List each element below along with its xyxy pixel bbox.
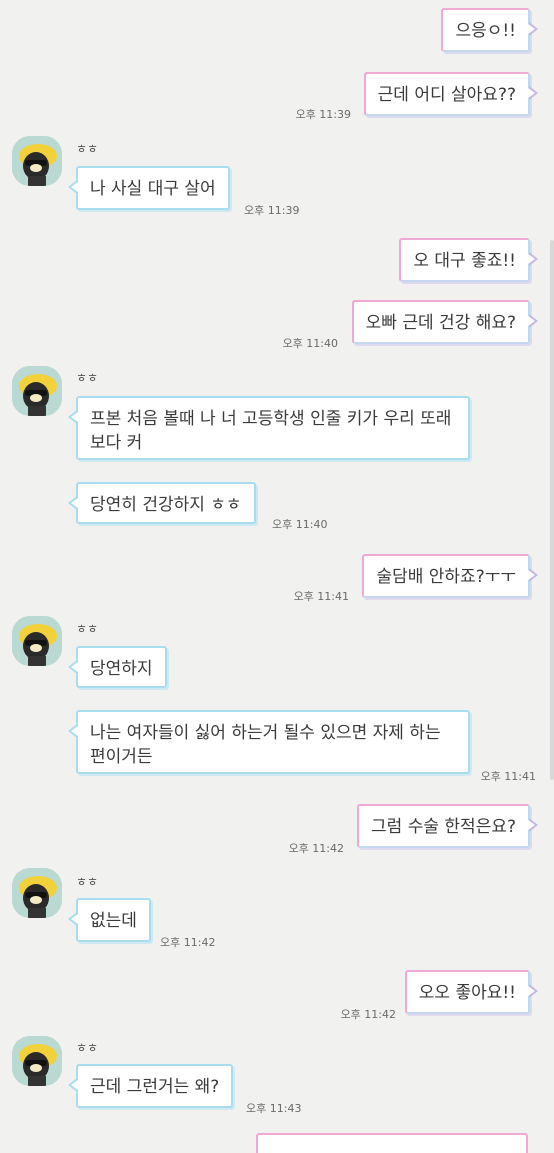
received-message-bubble[interactable]: 근데 그런거는 왜? xyxy=(67,1064,234,1108)
message-time: 오후 11:42 xyxy=(288,842,344,855)
avatar-icon xyxy=(12,616,62,666)
received-message-bubble[interactable]: 당연하지 xyxy=(68,646,167,688)
sender-name: ㅎㅎ xyxy=(76,1041,99,1055)
message-time: 오후 11:40 xyxy=(282,337,338,350)
message-text: 나는 여자들이 싫어 하는거 될수 있으면 자제 하는 편이거든 xyxy=(90,723,441,767)
message-text: 프본 처음 볼때 나 너 고등학생 인줄 키가 우리 또래 보다 커 xyxy=(90,409,452,453)
sent-message-bubble[interactable]: 그럼 수술 한적은요? xyxy=(357,804,538,848)
avatar-icon xyxy=(12,1036,62,1086)
received-message-bubble[interactable]: 나 사실 대구 살어 xyxy=(68,166,230,210)
message-time: 오후 11:42 xyxy=(160,936,216,949)
avatar-icon xyxy=(12,366,62,416)
message-text: 없는데 xyxy=(90,911,137,931)
sender-name: ㅎㅎ xyxy=(76,142,99,156)
message-text: 당연하지 xyxy=(90,659,153,679)
avatar-icon xyxy=(12,868,62,918)
received-message-bubble[interactable]: 당연히 건강하지 ㅎㅎ xyxy=(68,482,256,524)
message-text: 술담배 안하죠?ㅜㅜ xyxy=(376,567,516,587)
sender-name: ㅎㅎ xyxy=(76,875,99,889)
message-text: 그럼 수술 한적은요? xyxy=(371,817,516,837)
friend-avatar[interactable] xyxy=(12,616,62,666)
message-text: 오빠 근데 건강 해요? xyxy=(365,313,516,333)
chat-area[interactable]: 으응ㅇ!! 근데 어디 살아요?? 오후 11:39 ㅎㅎ 나 사실 대구 살어… xyxy=(0,0,554,1153)
message-time: 오후 11:40 xyxy=(272,518,328,531)
sent-message-bubble[interactable]: 으응ㅇ!! xyxy=(441,8,538,52)
sender-name: ㅎㅎ xyxy=(76,622,99,636)
sent-message-bubble[interactable]: 오 대구 좋죠!! xyxy=(399,238,538,282)
sender-name: ㅎㅎ xyxy=(76,371,99,385)
message-time: 오후 11:41 xyxy=(480,770,536,783)
message-time: 오후 11:39 xyxy=(244,204,300,217)
message-text: 오 대구 좋죠!! xyxy=(413,251,516,271)
message-text: 나 사실 대구 살어 xyxy=(90,179,216,199)
received-message-bubble[interactable]: 나는 여자들이 싫어 하는거 될수 있으면 자제 하는 편이거든 xyxy=(68,710,470,774)
message-text: 으응ㅇ!! xyxy=(455,21,516,41)
friend-avatar[interactable] xyxy=(12,1036,62,1086)
message-time: 오후 11:43 xyxy=(246,1102,302,1115)
message-time: 오후 11:42 xyxy=(340,1008,396,1021)
friend-avatar[interactable] xyxy=(12,366,62,416)
sent-message-bubble[interactable]: 오오 좋아요!! xyxy=(404,970,539,1014)
sent-message-bubble-partial[interactable] xyxy=(256,1133,528,1153)
message-text: 근데 어디 살아요?? xyxy=(377,85,516,105)
friend-avatar[interactable] xyxy=(12,868,62,918)
message-text: 오오 좋아요!! xyxy=(418,983,516,1003)
scrollbar[interactable] xyxy=(550,240,554,780)
message-time: 오후 11:41 xyxy=(293,590,349,603)
sent-message-bubble[interactable]: 근데 어디 살아요?? xyxy=(363,72,539,116)
friend-avatar[interactable] xyxy=(12,136,62,186)
received-message-bubble[interactable]: 프본 처음 볼때 나 너 고등학생 인줄 키가 우리 또래 보다 커 xyxy=(68,396,470,460)
message-time: 오후 11:39 xyxy=(295,108,351,121)
avatar-icon xyxy=(12,136,62,186)
received-message-bubble[interactable]: 없는데 xyxy=(68,898,151,942)
sent-message-bubble[interactable]: 오빠 근데 건강 해요? xyxy=(351,300,539,344)
sent-message-bubble[interactable]: 술담배 안하죠?ㅜㅜ xyxy=(362,554,538,598)
message-text: 근데 그런거는 왜? xyxy=(90,1077,220,1097)
message-text: 당연히 건강하지 ㅎㅎ xyxy=(90,495,242,515)
